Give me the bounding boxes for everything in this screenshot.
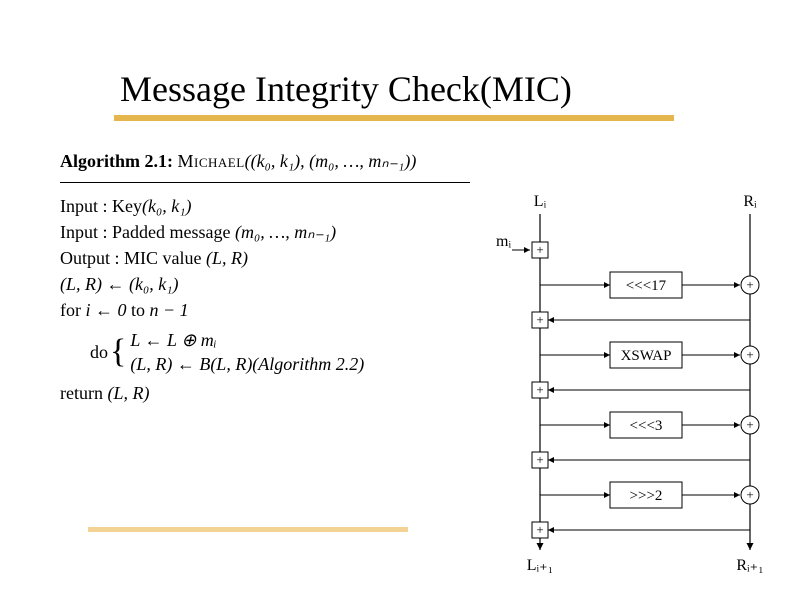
input1-label: Input : Key <box>60 196 142 216</box>
block-diagram: Lᵢ Rᵢ mᵢ + + + + + + + + + <box>490 190 770 580</box>
output-label: Output : MIC value <box>60 248 202 268</box>
label-Li: Lᵢ <box>534 193 547 210</box>
label-Li1: Lᵢ₊₁ <box>527 557 553 574</box>
op-rot3: <<<3 <box>630 418 663 434</box>
output-line: Output : MIC value (L, R) <box>60 245 490 271</box>
svg-text:+: + <box>746 347 753 362</box>
page-title: Message Integrity Check(MIC) <box>120 68 572 110</box>
algo-number: Algorithm 2.1: <box>60 151 173 171</box>
do-keyword: do <box>90 339 108 365</box>
op-xswap: XSWAP <box>621 348 672 364</box>
do-block: do { L ← L ⊕ mᵢ (L, R) ← B(L, R)(Algorit… <box>60 328 490 377</box>
algo-header-rule <box>60 182 470 183</box>
svg-text:+: + <box>536 312 543 327</box>
op-rot17: <<<17 <box>626 278 667 294</box>
algo-name: Michael <box>177 151 244 171</box>
svg-text:+: + <box>536 452 543 467</box>
slide: Message Integrity Check(MIC) Algorithm 2… <box>0 0 794 595</box>
footer-rule <box>88 527 408 532</box>
svg-text:+: + <box>536 522 543 537</box>
input-line-2: Input : Padded message (m₀, …, mₙ₋₁) <box>60 219 490 245</box>
label-mi: mᵢ <box>496 233 511 250</box>
step1: L ← L ⊕ mᵢ <box>130 328 364 352</box>
algorithm-header: Algorithm 2.1: Michael((k₀, k₁), (m₀, …,… <box>60 148 490 174</box>
label-Ri1: Rᵢ₊₁ <box>736 557 763 574</box>
op-ror2: >>>2 <box>630 488 663 504</box>
svg-text:+: + <box>746 277 753 292</box>
brace-icon: { <box>110 338 126 365</box>
algo-name-args: ((k₀, k₁), (m₀, …, mₙ₋₁)) <box>245 151 417 171</box>
init-line: (L, R) ← (k₀, k₁) <box>60 271 490 297</box>
algorithm-block: Algorithm 2.1: Michael((k₀, k₁), (m₀, …,… <box>60 148 490 406</box>
input2-args: (m₀, …, mₙ₋₁) <box>235 222 336 242</box>
return-line: return (L, R) <box>60 380 490 406</box>
for-line: for i ← 0 to n − 1 <box>60 297 490 323</box>
output-args: (L, R) <box>206 248 248 268</box>
input2-label: Input : Padded message <box>60 222 230 242</box>
svg-text:+: + <box>746 417 753 432</box>
input-line-1: Input : Key(k₀, k₁) <box>60 193 490 219</box>
svg-text:+: + <box>746 487 753 502</box>
step2: (L, R) ← B(L, R)(Algorithm 2.2) <box>130 352 364 376</box>
svg-text:+: + <box>536 382 543 397</box>
svg-text:+: + <box>536 242 543 257</box>
input1-args: (k₀, k₁) <box>142 196 191 216</box>
title-rule <box>114 115 674 121</box>
label-Ri: Rᵢ <box>743 193 757 210</box>
